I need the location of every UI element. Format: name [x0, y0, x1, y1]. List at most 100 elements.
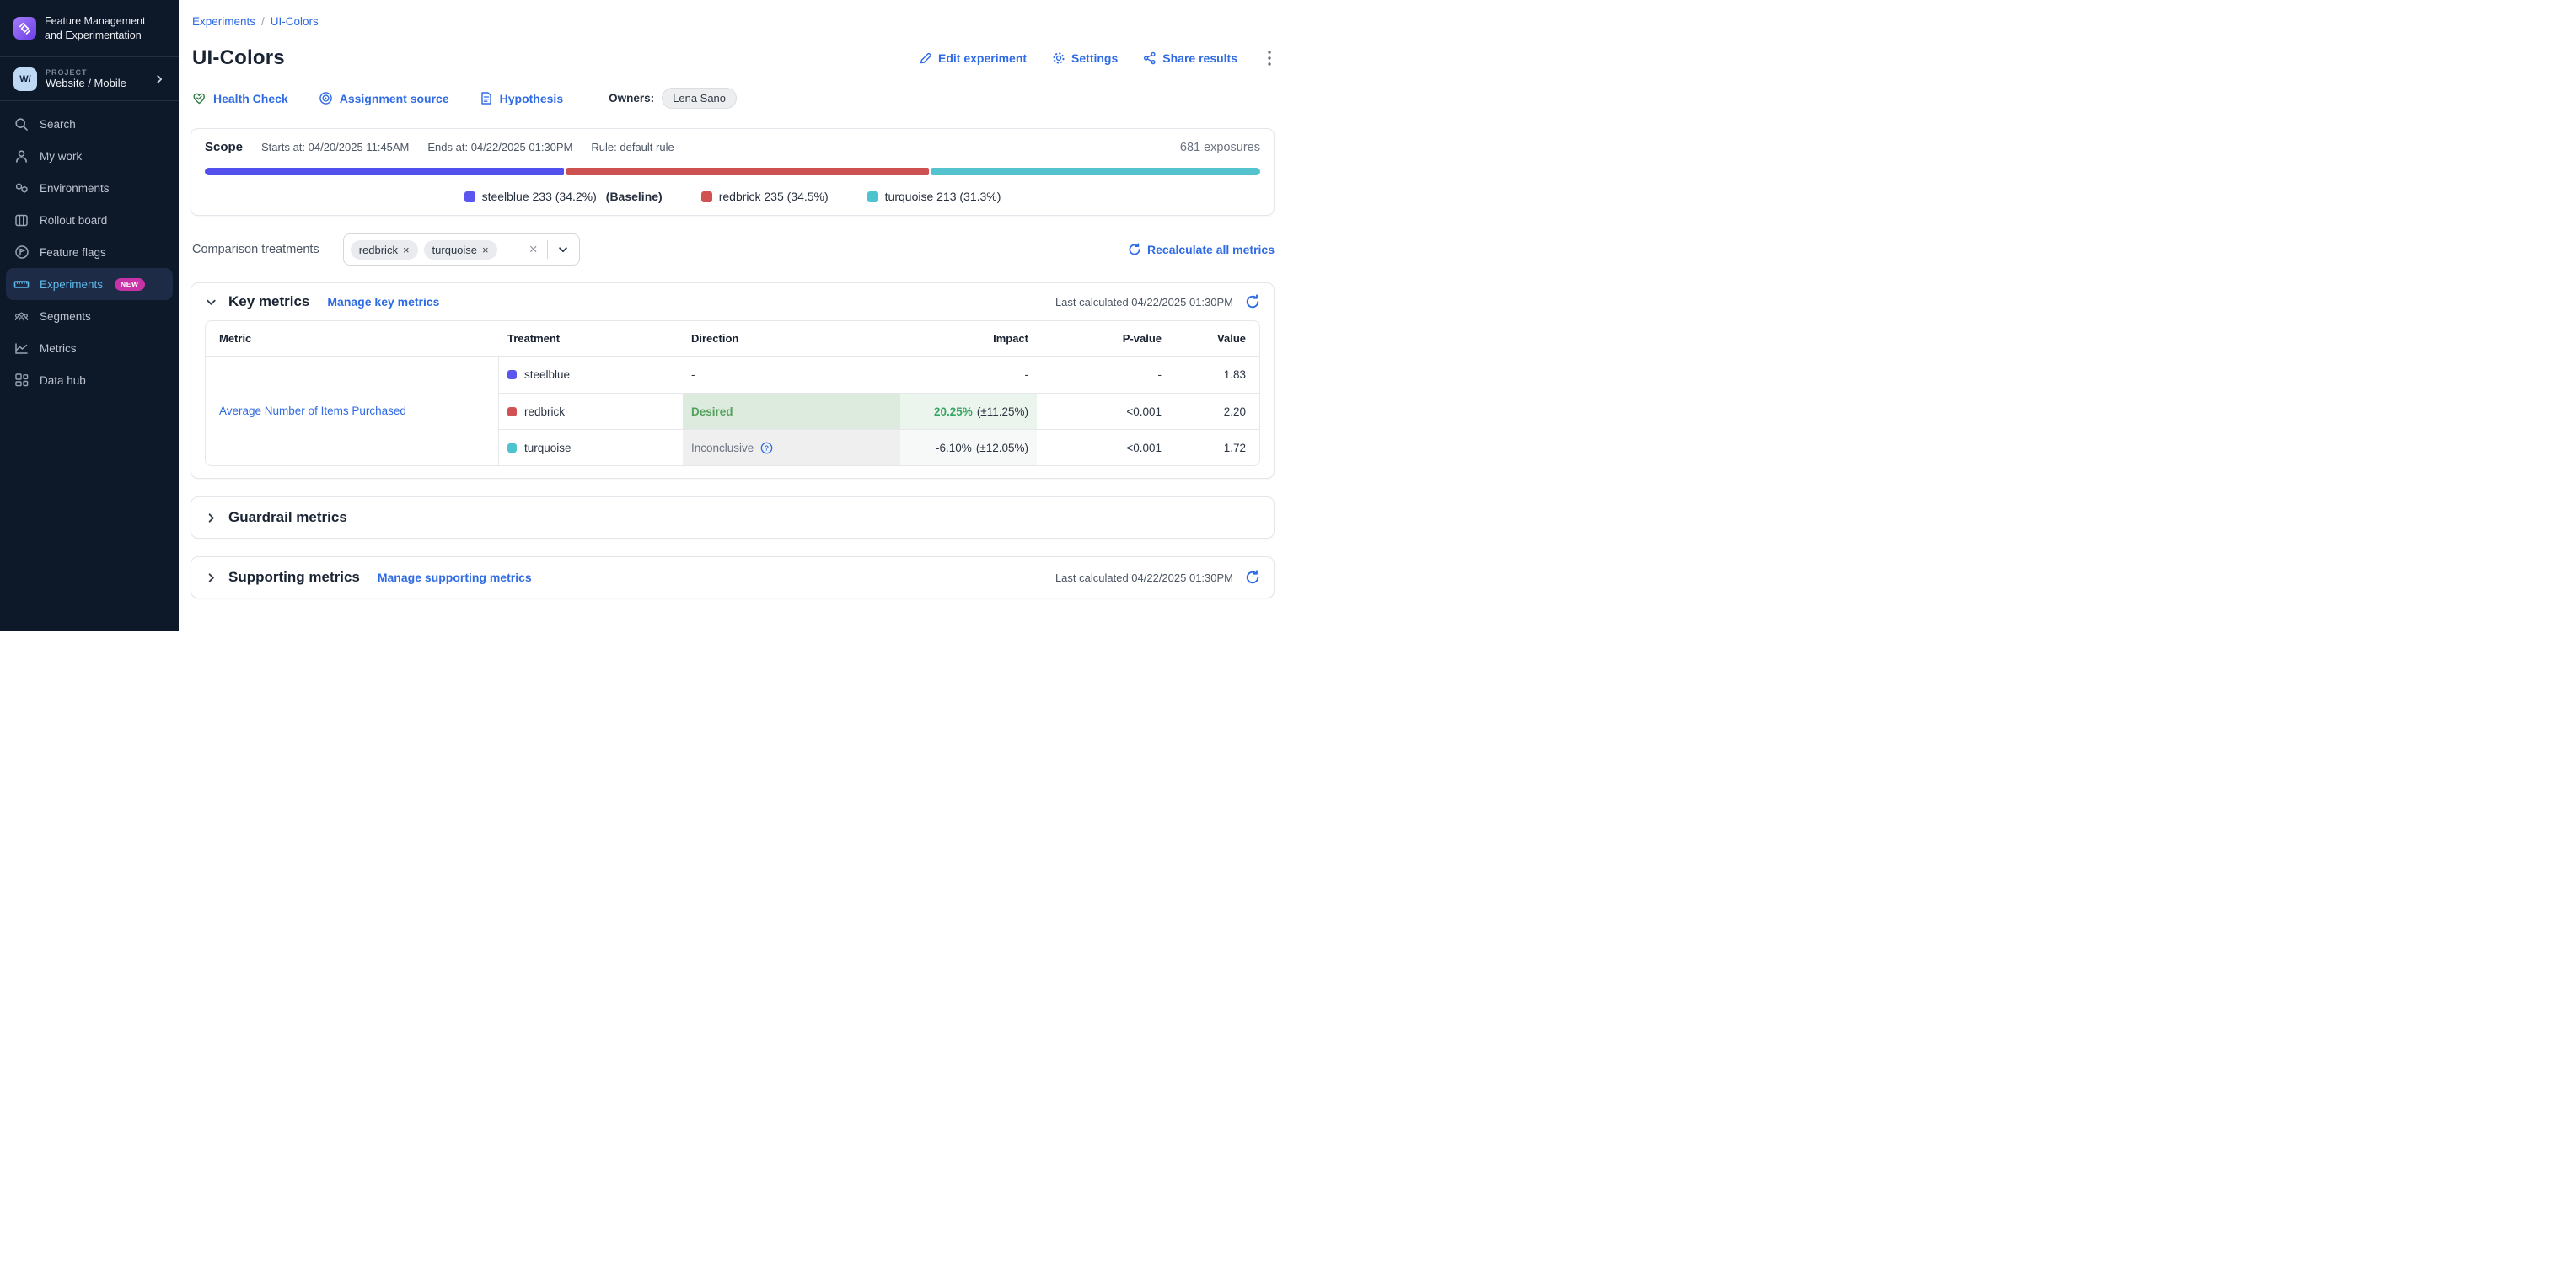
refresh-key-metrics-icon[interactable]	[1245, 294, 1260, 309]
sidebar-item-segments[interactable]: Segments	[0, 300, 179, 332]
p-value-cell: -	[1037, 357, 1170, 393]
sidebar-item-search[interactable]: Search	[0, 108, 179, 140]
sidebar-item-environments[interactable]: Environments	[0, 172, 179, 204]
value-cell: 1.83	[1170, 357, 1259, 393]
experiment-meta-row: Health Check Assignment source Hypothesi…	[192, 88, 1275, 109]
sidebar-item-label: Search	[40, 118, 76, 131]
impact-cell: -6.10% (±12.05%)	[900, 430, 1037, 465]
app-root: Feature Management and Experimentation W…	[0, 0, 1288, 630]
people-icon	[13, 309, 30, 325]
guardrail-title: Guardrail metrics	[228, 509, 347, 526]
document-icon	[480, 91, 493, 105]
main-content: Experiments / UI-Colors UI-Colors Edit e…	[179, 0, 1288, 630]
treatments-multiselect[interactable]: redbrick × turquoise × ×	[343, 233, 580, 266]
comparison-row: Comparison treatments redbrick × turquoi…	[192, 233, 1275, 266]
assignment-source-link[interactable]: Assignment source	[319, 91, 449, 105]
bar-segment-turquoise	[931, 168, 1260, 175]
select-divider	[547, 240, 548, 259]
chip-label: turquoise	[432, 244, 477, 256]
breadcrumb-separator: /	[261, 15, 265, 28]
sidebar-item-rollout-board[interactable]: Rollout board	[0, 204, 179, 236]
col-header-treatment: Treatment	[499, 332, 683, 345]
share-results-button[interactable]: Share results	[1143, 51, 1237, 65]
exposures-count: 681 exposures	[1180, 141, 1260, 154]
col-header-direction: Direction	[683, 332, 900, 345]
settings-button[interactable]: Settings	[1052, 51, 1118, 65]
guardrail-metrics-card: Guardrail metrics	[191, 496, 1275, 539]
sidebar-item-metrics[interactable]: Metrics	[0, 332, 179, 364]
legend-label: steelblue 233 (34.2%)	[482, 190, 597, 203]
edit-experiment-button[interactable]: Edit experiment	[919, 51, 1027, 65]
chip-redbrick: redbrick ×	[351, 240, 418, 260]
grid-icon	[13, 373, 30, 389]
breadcrumb-current[interactable]: UI-Colors	[271, 15, 319, 28]
bar-segment-redbrick	[566, 168, 929, 175]
recalculate-all-metrics-button[interactable]: Recalculate all metrics	[1128, 243, 1275, 256]
chip-label: redbrick	[359, 244, 398, 256]
expand-guardrail-icon[interactable]	[205, 512, 217, 524]
col-header-metric: Metric	[206, 332, 499, 345]
scope-starts-at: Starts at: 04/20/2025 11:45AM	[261, 141, 409, 153]
manage-key-metrics-link[interactable]: Manage key metrics	[327, 295, 439, 309]
supporting-title: Supporting metrics	[228, 569, 360, 586]
sidebar-item-data-hub[interactable]: Data hub	[0, 364, 179, 396]
treatment-cell: turquoise	[499, 430, 683, 465]
breadcrumb-experiments[interactable]: Experiments	[192, 15, 255, 28]
sidebar-item-label: Metrics	[40, 342, 77, 355]
metric-name-link[interactable]: Average Number of Items Purchased	[219, 405, 406, 417]
metric-group-row: Average Number of Items Purchased steelb…	[206, 357, 1259, 465]
impact-ci: (±12.05%)	[976, 442, 1028, 454]
scope-header: Scope Starts at: 04/20/2025 11:45AM Ends…	[205, 140, 1260, 154]
header-actions: Edit experiment Settings Share results	[919, 51, 1275, 66]
expand-supporting-icon[interactable]	[205, 571, 217, 584]
scope-rule: Rule: default rule	[591, 141, 674, 153]
key-metrics-header: Key metrics Manage key metrics Last calc…	[205, 293, 1260, 310]
legend-baseline-tag: (Baseline)	[606, 190, 663, 203]
sidebar-item-feature-flags[interactable]: Feature flags	[0, 236, 179, 268]
refresh-supporting-metrics-icon[interactable]	[1245, 570, 1260, 585]
assignment-source-label: Assignment source	[340, 92, 449, 105]
hypothesis-link[interactable]: Hypothesis	[480, 91, 563, 105]
legend-swatch-redbrick	[701, 191, 712, 202]
bullseye-icon	[319, 91, 333, 105]
manage-supporting-metrics-link[interactable]: Manage supporting metrics	[378, 571, 532, 584]
refresh-icon	[1128, 243, 1141, 256]
col-header-value: Value	[1170, 332, 1259, 345]
product-home-link[interactable]: Feature Management and Experimentation	[0, 0, 179, 57]
key-metrics-card: Key metrics Manage key metrics Last calc…	[191, 282, 1275, 479]
metric-name-cell: Average Number of Items Purchased	[206, 357, 499, 465]
owners-label: Owners:	[609, 92, 654, 105]
project-info: PROJECT Website / Mobile	[46, 68, 145, 89]
collapse-key-metrics-icon[interactable]	[205, 296, 217, 309]
sidebar-item-label: My work	[40, 150, 82, 163]
chevron-down-icon[interactable]	[554, 244, 572, 255]
remove-turquoise-icon[interactable]: ×	[482, 244, 489, 255]
sidebar-item-label: Data hub	[40, 374, 86, 387]
key-metrics-title: Key metrics	[228, 293, 309, 310]
legend-item-redbrick: redbrick 235 (34.5%)	[701, 190, 829, 203]
heart-check-icon	[192, 91, 207, 105]
share-results-label: Share results	[1162, 51, 1237, 65]
treatment-cell: redbrick	[499, 394, 683, 429]
last-calculated-text: Last calculated 04/22/2025 01:30PM	[1055, 296, 1233, 309]
health-check-link[interactable]: Health Check	[192, 91, 288, 105]
treatment-legend: steelblue 233 (34.2%) (Baseline) redbric…	[205, 190, 1260, 203]
legend-swatch-turquoise	[867, 191, 878, 202]
sidebar-item-experiments[interactable]: Experiments NEW	[6, 268, 173, 300]
flag-icon	[13, 244, 30, 260]
col-header-impact: Impact	[900, 332, 1037, 345]
treatment-swatch	[507, 407, 517, 416]
product-title: Feature Management and Experimentation	[45, 14, 146, 42]
project-switcher[interactable]: W/ PROJECT Website / Mobile	[0, 57, 179, 101]
sidebar-item-label: Segments	[40, 310, 91, 323]
sidebar-item-my-work[interactable]: My work	[0, 140, 179, 172]
remove-redbrick-icon[interactable]: ×	[403, 244, 410, 255]
page-header: UI-Colors Edit experiment Settings Share…	[192, 46, 1275, 70]
help-question-icon[interactable]: ?	[760, 442, 773, 454]
legend-swatch-steelblue	[464, 191, 475, 202]
clear-selection-icon[interactable]: ×	[526, 241, 541, 258]
scope-title: Scope	[205, 140, 243, 154]
more-actions-button[interactable]	[1264, 51, 1275, 66]
sidebar-nav: Search My work Environments Rollout boar…	[0, 101, 179, 403]
owner-chip[interactable]: Lena Sano	[662, 88, 737, 109]
